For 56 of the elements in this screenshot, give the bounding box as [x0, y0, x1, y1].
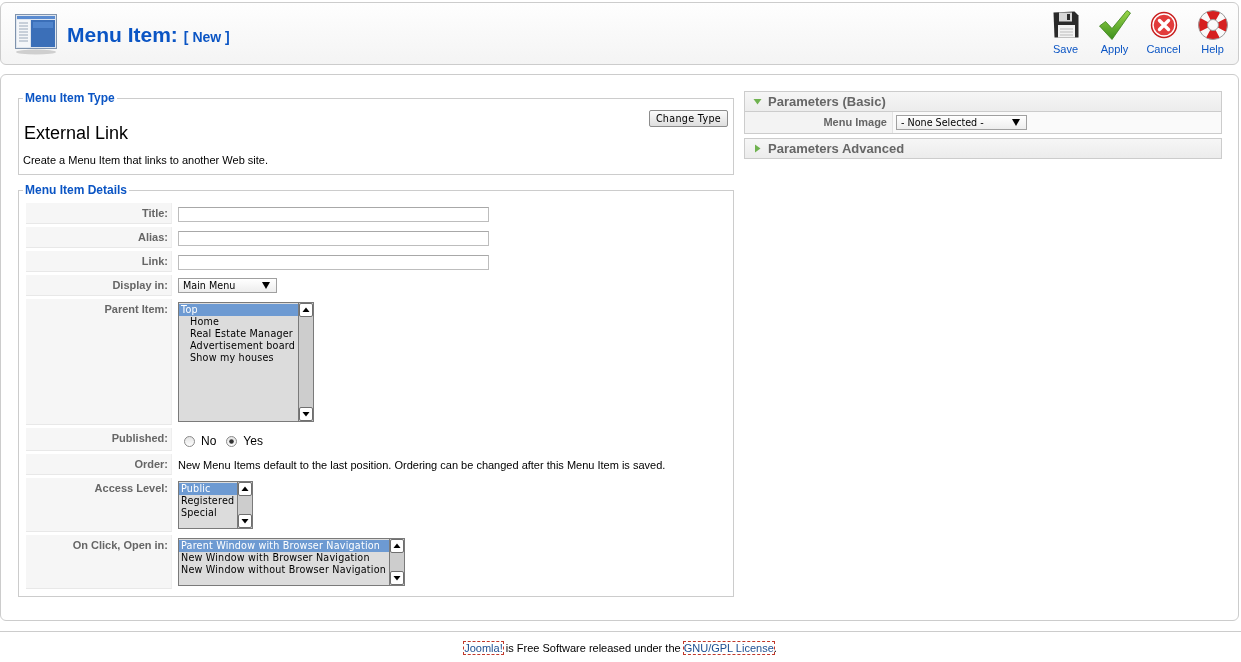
- list-option[interactable]: Registered: [179, 495, 238, 507]
- scrollbar[interactable]: [298, 303, 313, 421]
- caret-icon: [262, 282, 270, 289]
- panel-toggle[interactable]: Parameters Advanced: [745, 139, 1221, 158]
- text-input[interactable]: [178, 255, 489, 270]
- radio-button[interactable]: [184, 436, 195, 447]
- list-option[interactable]: Real Estate Manager: [179, 328, 298, 340]
- field-label: Menu Image: [745, 112, 893, 133]
- field-label: Link:: [26, 251, 172, 272]
- scrollbar[interactable]: [237, 482, 253, 528]
- list-option[interactable]: New Window with Browser Navigation: [179, 552, 390, 564]
- footer-text: Joomla! is Free Software released under the GNU/GPL License.: [464, 642, 777, 655]
- list-box[interactable]: Top Home Real Estate Manager Advertisement board Show my houses: [178, 302, 314, 422]
- list-option[interactable]: Special: [179, 507, 238, 519]
- help-button[interactable]: Help: [1188, 8, 1237, 56]
- field-label: Access Level:: [26, 478, 172, 532]
- cancel-button[interactable]: Cancel: [1139, 8, 1188, 56]
- radio-button[interactable]: [226, 436, 238, 447]
- list-option[interactable]: Advertisement board: [179, 340, 298, 352]
- change-type-button[interactable]: Change Type: [648, 110, 728, 127]
- field-label: Title:: [26, 203, 172, 224]
- panel-toggle[interactable]: Parameters (Basic): [745, 92, 1221, 111]
- check-icon: [1098, 9, 1131, 40]
- text-input[interactable]: [178, 231, 489, 246]
- footer-link[interactable]: Joomla!: [464, 642, 503, 654]
- window-list-icon: [14, 12, 58, 55]
- type-heading: External Link: [24, 123, 129, 143]
- dropdown-select[interactable]: - None Selected -: [896, 115, 1027, 130]
- text-input[interactable]: [178, 207, 489, 222]
- caret-icon: [1012, 119, 1020, 126]
- field-label: Order:: [26, 454, 172, 475]
- field-label: Alias:: [26, 227, 172, 248]
- scrollbar[interactable]: [389, 539, 405, 585]
- radio-label: Yes: [243, 435, 263, 448]
- x-circle-icon: [1149, 10, 1178, 39]
- list-option[interactable]: New Window without Browser Navigation: [179, 564, 390, 576]
- footer-link[interactable]: GNU/GPL License: [683, 642, 774, 654]
- list-box[interactable]: Parent Window with Browser Navigation New Window with Browser Navigation New Window without Browser Navigation: [178, 538, 406, 586]
- field-label: Published:: [26, 428, 172, 451]
- type-description: Create a Menu Item that links to another Web site.: [23, 154, 269, 167]
- radio-label: No: [201, 435, 217, 448]
- field-label: Parent Item:: [26, 299, 172, 425]
- list-option[interactable]: Home: [179, 316, 298, 328]
- note-text: New Menu Items default to the last position. Ordering can be changed after this Menu Item is saved.: [178, 459, 666, 472]
- apply-button[interactable]: Apply: [1090, 8, 1139, 56]
- save-button[interactable]: Save: [1041, 8, 1090, 56]
- page-subtitle: [ New ]: [183, 28, 230, 45]
- field-label: On Click, Open in:: [26, 535, 172, 589]
- list-box[interactable]: Public Registered Special: [178, 481, 254, 529]
- page-title: Menu Item:: [67, 22, 178, 47]
- lifebuoy-icon: [1197, 9, 1228, 40]
- dropdown-select[interactable]: Main Menu: [178, 278, 277, 293]
- list-option[interactable]: Show my houses: [179, 352, 298, 364]
- section-legend: Menu Item Type: [23, 91, 117, 105]
- field-label: Display in:: [26, 275, 172, 296]
- section-legend: Menu Item Details: [23, 183, 130, 197]
